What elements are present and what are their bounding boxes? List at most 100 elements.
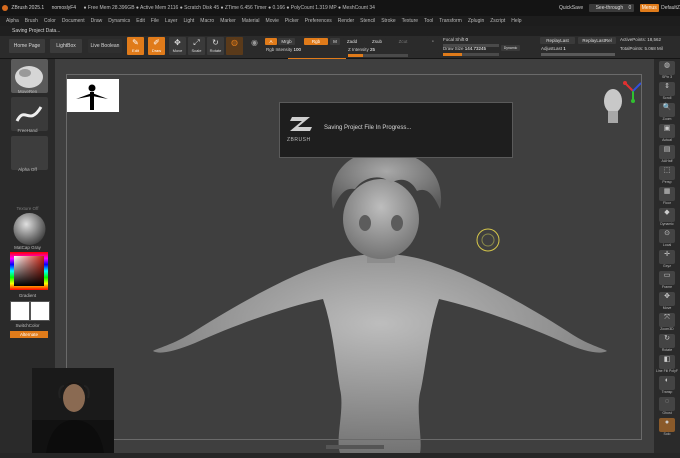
menu-draw[interactable]: Draw bbox=[91, 18, 103, 24]
menu-picker[interactable]: Picker bbox=[285, 18, 299, 24]
menu-color[interactable]: Color bbox=[44, 18, 56, 24]
menu-stroke[interactable]: Stroke bbox=[381, 18, 395, 24]
menu-zscript[interactable]: Zscript bbox=[490, 18, 505, 24]
right-shelf-frame-button[interactable]: ▭ bbox=[659, 271, 675, 285]
right-shelf-zoom-button[interactable]: 🔍 bbox=[659, 103, 675, 117]
right-shelf-aahalf-button[interactable]: ▤ bbox=[659, 145, 675, 159]
menu-alpha[interactable]: Alpha bbox=[6, 18, 19, 24]
menu-stencil[interactable]: Stencil bbox=[360, 18, 375, 24]
right-shelf-gxyz-button[interactable]: ✛ bbox=[659, 250, 675, 264]
edit-button[interactable]: ✎ Edit bbox=[127, 37, 144, 55]
right-shelf-local-button[interactable]: ⊙ bbox=[659, 229, 675, 243]
a-button[interactable]: A bbox=[265, 38, 277, 45]
material-sphere-button[interactable]: ◍ bbox=[226, 37, 243, 55]
adjust-last-track[interactable] bbox=[541, 53, 615, 56]
switch-color-label[interactable]: SwitchColor bbox=[0, 323, 55, 328]
menu-material[interactable]: Material bbox=[242, 18, 260, 24]
color-sphere-button[interactable]: ◉ bbox=[246, 37, 263, 55]
menu-tool[interactable]: Tool bbox=[424, 18, 433, 24]
menu-render[interactable]: Render bbox=[338, 18, 354, 24]
right-shelf-move-button[interactable]: ✥ bbox=[659, 292, 675, 306]
right-shelf-glyph-icon: ⇕ bbox=[664, 83, 670, 90]
zsub-button[interactable]: Zsub bbox=[368, 38, 386, 45]
replay-last-button[interactable]: ReplayLast bbox=[540, 37, 575, 44]
right-shelf-line-fill-polyf-button[interactable]: ◧ bbox=[659, 355, 675, 369]
home-page-button[interactable]: Home Page bbox=[9, 39, 45, 53]
draw-size-slider[interactable]: Draw Size 144.73245 bbox=[443, 46, 486, 51]
right-shelf-zoom3d-button[interactable]: ⤧ bbox=[659, 313, 675, 327]
zadd-button[interactable]: Zadd bbox=[343, 38, 361, 45]
menu-zplugin[interactable]: Zplugin bbox=[468, 18, 484, 24]
draw-size-track[interactable] bbox=[443, 53, 499, 56]
menu-brush[interactable]: Brush bbox=[25, 18, 38, 24]
right-shelf-solo-button[interactable]: ● bbox=[659, 418, 675, 432]
right-shelf-scroll-button[interactable]: ⇕ bbox=[659, 82, 675, 96]
rgb-intensity-slider[interactable]: Rgb Intensity 100 bbox=[266, 47, 301, 52]
menu-dynamics[interactable]: Dynamics bbox=[108, 18, 130, 24]
right-shelf-label: Transp bbox=[661, 390, 673, 394]
draw-button[interactable]: ✐ Draw bbox=[148, 37, 165, 55]
right-shelf-label: Gxyz bbox=[663, 264, 671, 268]
seethrough-slider[interactable]: See-through 0 bbox=[588, 4, 635, 12]
rgb-button[interactable]: Rgb bbox=[304, 38, 328, 45]
right-shelf-label: Actual bbox=[662, 138, 672, 142]
right-shelf-dynamic-button[interactable]: ◆ bbox=[659, 208, 675, 222]
right-shelf-actual-button[interactable]: ▣ bbox=[659, 124, 675, 138]
menu-help[interactable]: Help bbox=[511, 18, 521, 24]
right-shelf-label: Solo bbox=[663, 432, 671, 436]
sphere-icon: ◍ bbox=[231, 38, 238, 47]
menu-document[interactable]: Document bbox=[62, 18, 85, 24]
menu-marker[interactable]: Marker bbox=[220, 18, 236, 24]
menu-light[interactable]: Light bbox=[183, 18, 194, 24]
mrgb-button[interactable]: Mrgb bbox=[278, 38, 295, 45]
live-boolean-button[interactable]: Live Boolean bbox=[88, 39, 122, 53]
move-button[interactable]: ✥ Move bbox=[169, 37, 186, 55]
app-title: ZBrush 2025.1 bbox=[11, 5, 45, 11]
rotate-button[interactable]: ↻ Rotate bbox=[207, 37, 224, 55]
right-shelf-spix-3-button[interactable]: ◍ bbox=[659, 61, 675, 75]
menu-movie[interactable]: Movie bbox=[266, 18, 279, 24]
adjust-last-value: 1 bbox=[563, 46, 566, 51]
menu-edit[interactable]: Edit bbox=[136, 18, 145, 24]
focal-shift-slider[interactable]: Focal Shift 0 bbox=[443, 37, 468, 42]
menu-file[interactable]: File bbox=[151, 18, 159, 24]
right-shelf-rotate-button[interactable]: ↻ bbox=[659, 334, 675, 348]
right-shelf-glyph-icon: ▣ bbox=[663, 125, 671, 132]
quicksave-button[interactable]: QuickSave bbox=[559, 5, 583, 11]
adjust-last-slider[interactable]: AdjustLast 1 bbox=[541, 46, 566, 51]
material-thumbnail[interactable] bbox=[11, 212, 48, 246]
scale-button[interactable]: ⤢ Scale bbox=[188, 37, 205, 55]
secondary-color-swatch[interactable] bbox=[30, 301, 50, 321]
main-color-swatch[interactable] bbox=[10, 301, 30, 321]
stroke-thumbnail[interactable] bbox=[11, 97, 48, 131]
right-shelf-glyph-icon: ◆ bbox=[664, 209, 670, 216]
focal-icon-button[interactable]: ◦ bbox=[427, 37, 439, 53]
right-shelf-label: Persp bbox=[662, 180, 672, 184]
color-picker[interactable] bbox=[10, 252, 48, 290]
replay-last-rel-button[interactable]: ReplayLastRel bbox=[578, 37, 616, 44]
default-zscript-button[interactable]: DefaultZ bbox=[661, 5, 680, 11]
z-intensity-track[interactable] bbox=[348, 54, 408, 57]
menu-transform[interactable]: Transform bbox=[439, 18, 462, 24]
menus-button[interactable]: Menus bbox=[639, 4, 659, 12]
zcut-button[interactable]: Zcut bbox=[396, 38, 410, 45]
dynamic-button[interactable]: Dynamic bbox=[501, 45, 520, 51]
z-intensity-value: 25 bbox=[370, 47, 376, 52]
menu-layer[interactable]: Layer bbox=[165, 18, 178, 24]
right-shelf-ghost-button[interactable]: ◌ bbox=[659, 397, 675, 411]
right-shelf-transp-button[interactable]: ◐ bbox=[659, 376, 675, 390]
alternate-button[interactable]: Alternate bbox=[10, 331, 48, 338]
menu-texture[interactable]: Texture bbox=[402, 18, 418, 24]
right-shelf-glyph-icon: ◐ bbox=[664, 377, 670, 384]
z-intensity-slider[interactable]: Z Intensity 25 bbox=[348, 47, 375, 52]
menu-preferences[interactable]: Preferences bbox=[305, 18, 332, 24]
alpha-thumbnail[interactable] bbox=[11, 136, 48, 170]
menu-macro[interactable]: Macro bbox=[200, 18, 214, 24]
right-shelf-persp-button[interactable]: ⬚ bbox=[659, 166, 675, 180]
active-points-label: ActivePoints: bbox=[620, 37, 647, 42]
right-shelf-floor-button[interactable]: ▦ bbox=[659, 187, 675, 201]
alpha-label: Alpha Off bbox=[18, 167, 37, 172]
m-button[interactable]: M bbox=[330, 38, 340, 45]
lightbox-button[interactable]: LightBox bbox=[50, 39, 82, 53]
brush-thumbnail[interactable] bbox=[11, 59, 48, 93]
